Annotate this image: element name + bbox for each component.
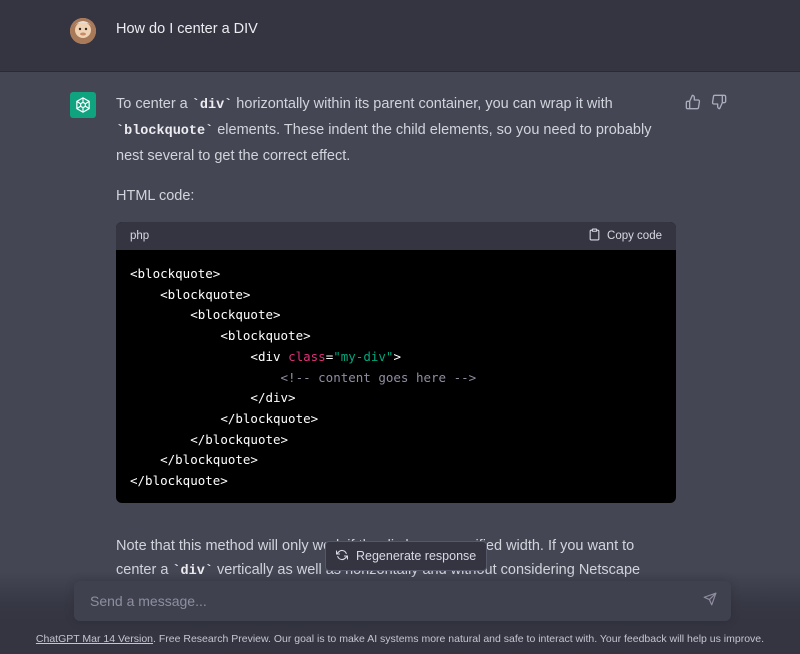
code-line: </blockquote> (190, 431, 289, 447)
code-line: <blockquote> (220, 328, 311, 344)
feedback-buttons (685, 94, 727, 110)
code-block: php Copy code <blockquote> <blockquote> … (116, 222, 676, 503)
code-token: <div (250, 348, 289, 364)
thumbs-up-icon[interactable] (685, 94, 701, 110)
footer: ChatGPT Mar 14 Version. Free Research Pr… (0, 633, 800, 645)
text-span: horizontally within its parent container… (232, 96, 613, 112)
code-attr: class (288, 348, 326, 364)
regenerate-label: Regenerate response (356, 549, 477, 563)
user-message-row: How do I center a DIV (0, 0, 800, 72)
clipboard-icon (588, 228, 601, 244)
paragraph-intro: To center a `div` horizontally within it… (116, 92, 656, 168)
copy-code-button[interactable]: Copy code (588, 228, 662, 244)
code-line: </div> (250, 390, 296, 406)
code-line: <blockquote> (130, 266, 221, 281)
message-input[interactable] (88, 592, 672, 610)
refresh-icon (335, 549, 349, 564)
code-line: <blockquote> (160, 286, 251, 302)
copy-code-label: Copy code (607, 230, 662, 242)
send-icon[interactable] (703, 592, 717, 611)
code-language-label: php (130, 230, 150, 242)
code-string: "my-div" (333, 348, 394, 364)
text-span: To center a (116, 96, 192, 112)
thumbs-down-icon[interactable] (711, 94, 727, 110)
user-avatar (70, 18, 96, 44)
code-block-header: php Copy code (116, 222, 676, 250)
message-input-container (74, 581, 731, 621)
assistant-message: To center a `div` horizontally within it… (116, 92, 656, 208)
code-line: </blockquote> (160, 452, 258, 468)
paragraph-html-code-label: HTML code: (116, 188, 195, 204)
inline-code: `div` (191, 98, 233, 113)
version-link[interactable]: ChatGPT Mar 14 Version (36, 633, 153, 645)
regenerate-response-button[interactable]: Regenerate response (325, 541, 488, 571)
footer-text: . Free Research Preview. Our goal is to … (153, 633, 765, 645)
code-token: > (393, 348, 401, 364)
code-line: </blockquote> (220, 410, 319, 426)
inline-code: `blockquote` (116, 124, 214, 139)
openai-logo-icon (70, 92, 96, 118)
code-content: <blockquote> <blockquote> <blockquote> <… (116, 250, 676, 503)
code-comment: <!-- content goes here --> (280, 369, 477, 385)
code-line: <blockquote> (190, 307, 281, 323)
user-question: How do I center a DIV (116, 21, 258, 37)
code-line: </blockquote> (130, 473, 228, 489)
